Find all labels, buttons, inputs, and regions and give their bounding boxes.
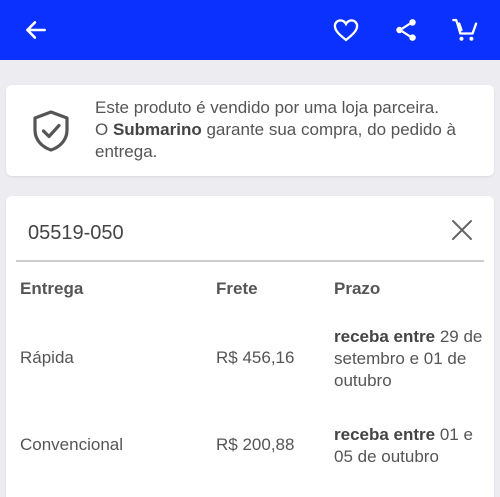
seller-notice-card: Este produto é vendido por uma loja parc… xyxy=(6,85,494,176)
seller-notice-prefix: O xyxy=(95,120,113,139)
delivery-type: Rápida xyxy=(20,348,74,367)
top-app-bar xyxy=(0,0,500,60)
shield-check-icon xyxy=(33,110,69,152)
cart-icon xyxy=(452,18,478,41)
arrow-left-icon xyxy=(26,21,46,39)
seller-notice-text: Este produto é vendido por uma loja parc… xyxy=(95,97,485,163)
cep-input-underline xyxy=(16,260,484,262)
prazo-label: receba entre xyxy=(334,327,436,346)
delivery-prazo: receba entre 29 de setembro e 01 de outu… xyxy=(334,326,494,392)
column-header-entrega: Entrega xyxy=(20,279,84,298)
cart-button[interactable] xyxy=(447,12,483,48)
seller-notice-line1: Este produto é vendido por uma loja parc… xyxy=(95,98,439,117)
favorite-button[interactable] xyxy=(328,12,364,48)
close-icon[interactable] xyxy=(450,218,474,242)
shipping-card: 05519-050 Entrega Frete Prazo Rápida R$ … xyxy=(6,196,494,497)
share-button[interactable] xyxy=(388,12,424,48)
heart-icon xyxy=(333,19,359,42)
cep-input[interactable]: 05519-050 xyxy=(28,222,124,245)
delivery-price: R$ 200,88 xyxy=(216,435,295,454)
share-icon xyxy=(396,19,416,41)
brand-name: Submarino xyxy=(112,120,202,139)
back-button[interactable] xyxy=(18,12,54,48)
column-header-prazo: Prazo xyxy=(334,279,381,298)
column-header-frete: Frete xyxy=(216,279,258,298)
delivery-price: R$ 456,16 xyxy=(216,348,295,367)
delivery-type: Convencional xyxy=(20,435,124,454)
delivery-prazo: receba entre 01 e 05 de outubro xyxy=(334,424,494,468)
prazo-label: receba entre xyxy=(334,425,436,444)
